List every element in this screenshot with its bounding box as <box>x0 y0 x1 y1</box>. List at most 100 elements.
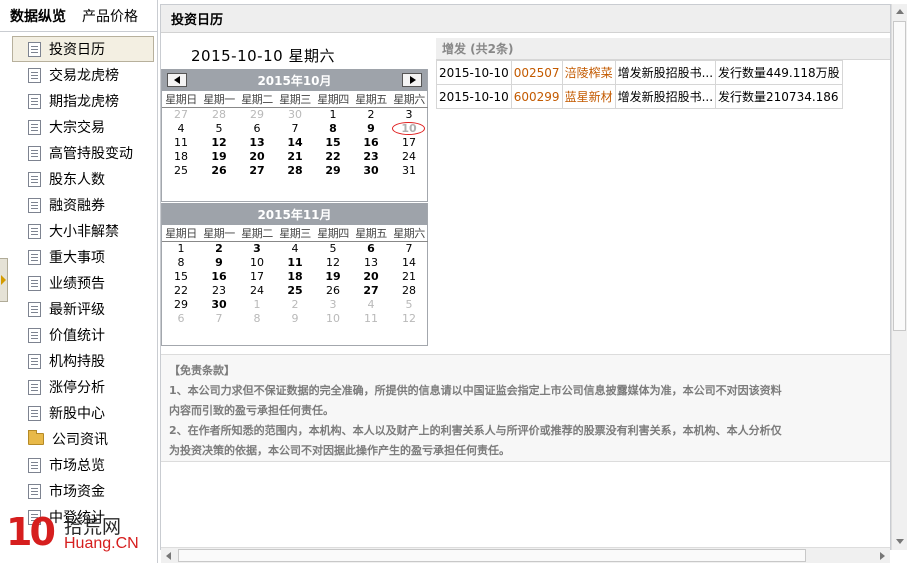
calendar-day[interactable]: 9 <box>352 122 390 136</box>
sidebar-item[interactable]: 市场总览 <box>12 452 154 478</box>
issue-code[interactable]: 002507 <box>510 60 563 85</box>
prev-month-button[interactable] <box>167 73 187 87</box>
calendar-day[interactable]: 14 <box>276 136 314 150</box>
calendar-day[interactable]: 3 <box>314 298 352 312</box>
calendar-day[interactable]: 5 <box>390 298 428 312</box>
sidebar-item[interactable]: 交易龙虎榜 <box>12 62 154 88</box>
sidebar-item[interactable]: 最新评级 <box>12 296 154 322</box>
scroll-thumb[interactable] <box>893 21 906 331</box>
sidebar-item[interactable]: 股东人数 <box>12 166 154 192</box>
calendar-day[interactable]: 12 <box>200 136 238 150</box>
calendar-day[interactable]: 30 <box>276 108 314 122</box>
calendar-day[interactable]: 7 <box>200 312 238 326</box>
scroll-right-icon[interactable] <box>874 548 890 563</box>
calendar-day[interactable]: 10 <box>238 256 276 270</box>
issue-code[interactable]: 600299 <box>510 84 563 109</box>
calendar-day[interactable]: 29 <box>238 108 276 122</box>
calendar-day-selected[interactable]: 10 <box>390 121 428 136</box>
issue-name[interactable]: 涪陵榨菜 <box>561 60 616 85</box>
calendar-day[interactable]: 8 <box>314 122 352 136</box>
calendar-day[interactable]: 19 <box>200 150 238 164</box>
calendar-day[interactable]: 3 <box>238 242 276 256</box>
sidebar-item[interactable]: 涨停分析 <box>12 374 154 400</box>
calendar-day[interactable]: 3 <box>390 108 428 122</box>
calendar-day[interactable]: 6 <box>162 312 200 326</box>
calendar-day[interactable]: 6 <box>238 122 276 136</box>
sidebar-item[interactable]: 价值统计 <box>12 322 154 348</box>
calendar-day[interactable]: 18 <box>276 270 314 284</box>
issue-name[interactable]: 蓝星新材 <box>561 84 616 109</box>
calendar-day[interactable]: 24 <box>238 284 276 298</box>
calendar-day[interactable]: 12 <box>314 256 352 270</box>
calendar-day[interactable]: 2 <box>200 242 238 256</box>
scroll-thumb[interactable] <box>178 549 806 562</box>
calendar-day[interactable]: 16 <box>200 270 238 284</box>
calendar-day[interactable]: 27 <box>352 284 390 298</box>
calendar-day[interactable]: 1 <box>162 242 200 256</box>
calendar-day[interactable]: 5 <box>314 242 352 256</box>
calendar-day[interactable]: 28 <box>200 108 238 122</box>
calendar-day[interactable]: 27 <box>238 164 276 178</box>
calendar-day[interactable]: 27 <box>162 108 200 122</box>
tab-product-price[interactable]: 产品价格 <box>82 6 138 26</box>
calendar-day[interactable]: 11 <box>162 136 200 150</box>
calendar-day[interactable]: 28 <box>276 164 314 178</box>
calendar-day[interactable]: 15 <box>162 270 200 284</box>
sidebar-item[interactable]: 大小非解禁 <box>12 218 154 244</box>
sidebar-item[interactable]: 重大事项 <box>12 244 154 270</box>
calendar-day[interactable]: 28 <box>390 284 428 298</box>
calendar-day[interactable]: 6 <box>352 242 390 256</box>
scroll-left-icon[interactable] <box>161 548 177 563</box>
sidebar-item[interactable]: 新股中心 <box>12 400 154 426</box>
calendar-day[interactable]: 2 <box>276 298 314 312</box>
calendar-day[interactable]: 13 <box>238 136 276 150</box>
sidebar-item[interactable]: 高管持股变动 <box>12 140 154 166</box>
calendar-day[interactable]: 7 <box>276 122 314 136</box>
calendar-day[interactable]: 17 <box>390 136 428 150</box>
sidebar-item[interactable]: 业绩预告 <box>12 270 154 296</box>
sidebar-item[interactable]: 投资日历 <box>12 36 154 62</box>
calendar-day[interactable]: 21 <box>276 150 314 164</box>
sidebar-item[interactable]: 机构持股 <box>12 348 154 374</box>
calendar-day[interactable]: 1 <box>238 298 276 312</box>
calendar-day[interactable]: 17 <box>238 270 276 284</box>
calendar-day[interactable]: 12 <box>390 312 428 326</box>
calendar-day[interactable]: 2 <box>352 108 390 122</box>
calendar-day[interactable]: 22 <box>314 150 352 164</box>
calendar-day[interactable]: 31 <box>390 164 428 178</box>
calendar-day[interactable]: 4 <box>162 122 200 136</box>
issue-desc[interactable]: 增发新股招股书... <box>614 60 717 85</box>
horizontal-scrollbar[interactable] <box>161 547 890 563</box>
calendar-day[interactable]: 1 <box>314 108 352 122</box>
sidebar-item[interactable]: 期指龙虎榜 <box>12 88 154 114</box>
calendar-day[interactable]: 19 <box>314 270 352 284</box>
scroll-down-icon[interactable] <box>892 534 907 550</box>
tab-data-overview[interactable]: 数据纵览 <box>10 6 66 26</box>
sidebar-item[interactable]: 公司资讯 <box>12 426 154 452</box>
calendar-day[interactable]: 25 <box>162 164 200 178</box>
calendar-day[interactable]: 11 <box>352 312 390 326</box>
calendar-day[interactable]: 29 <box>162 298 200 312</box>
next-month-button[interactable] <box>402 73 422 87</box>
calendar-day[interactable]: 29 <box>314 164 352 178</box>
scroll-up-icon[interactable] <box>892 4 907 20</box>
calendar-day[interactable]: 9 <box>276 312 314 326</box>
calendar-day[interactable]: 4 <box>352 298 390 312</box>
calendar-day[interactable]: 30 <box>352 164 390 178</box>
calendar-day[interactable]: 30 <box>200 298 238 312</box>
calendar-day[interactable]: 24 <box>390 150 428 164</box>
calendar-day[interactable]: 4 <box>276 242 314 256</box>
calendar-day[interactable]: 9 <box>200 256 238 270</box>
calendar-day[interactable]: 10 <box>314 312 352 326</box>
calendar-day[interactable]: 21 <box>390 270 428 284</box>
sidebar-item[interactable]: 融资融券 <box>12 192 154 218</box>
calendar-day[interactable]: 23 <box>352 150 390 164</box>
sidebar-item[interactable]: 大宗交易 <box>12 114 154 140</box>
calendar-day[interactable]: 7 <box>390 242 428 256</box>
issue-desc[interactable]: 增发新股招股书... <box>614 84 717 109</box>
calendar-day[interactable]: 26 <box>314 284 352 298</box>
calendar-day[interactable]: 13 <box>352 256 390 270</box>
sidebar-item[interactable]: 市场资金 <box>12 478 154 504</box>
collapse-handle[interactable] <box>0 258 8 302</box>
vertical-scrollbar[interactable] <box>891 4 907 550</box>
